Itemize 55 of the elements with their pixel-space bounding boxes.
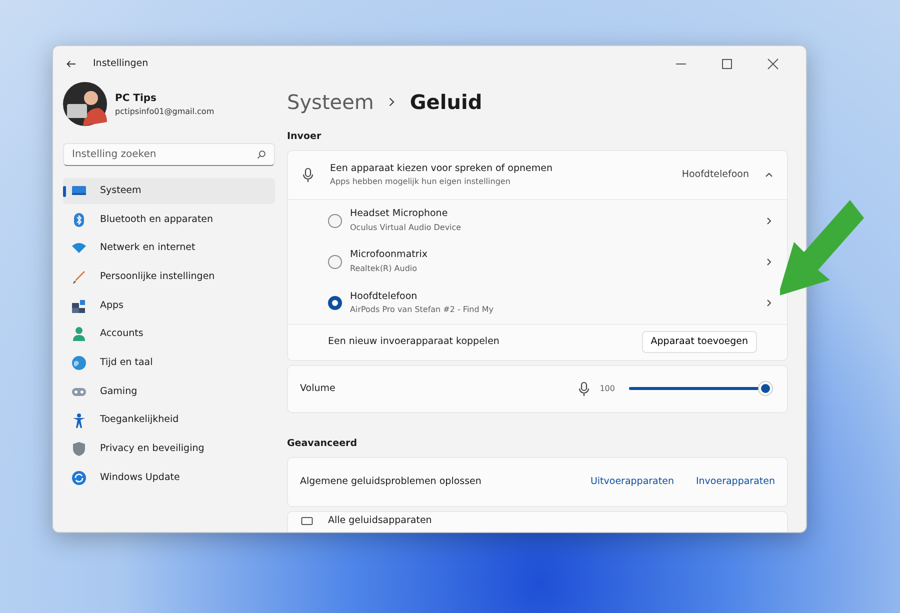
accessibility-icon — [71, 412, 87, 428]
slider-thumb[interactable] — [759, 382, 772, 396]
sidebar-item[interactable]: Windows Update — [63, 464, 275, 491]
device-chooser[interactable]: Een apparaat kiezen voor spreken of opnemen Apps hebben mogelijk hun eigen instellingen Hoofdtelefoon — [288, 151, 787, 200]
radio-button[interactable] — [328, 254, 342, 268]
add-device-button[interactable]: Apparaat toevoegen — [642, 331, 757, 354]
device-detail: Oculus Virtual Audio Device — [350, 222, 462, 234]
microphone-icon — [300, 167, 316, 184]
device-name: Hoofdtelefoon — [350, 290, 418, 304]
avatar-silhouette — [63, 82, 107, 126]
bluetooth-icon — [71, 212, 87, 228]
volume-reading: 100 — [600, 382, 615, 395]
radio-button[interactable] — [328, 296, 342, 310]
person-icon — [71, 326, 87, 342]
account-name: PC Tips — [115, 92, 158, 106]
apps-icon — [71, 298, 87, 314]
section-heading: Invoer — [287, 130, 322, 144]
pair-label: Een nieuw invoerapparaat koppelen — [328, 335, 500, 350]
brush-icon — [71, 269, 87, 286]
window-title: Instellingen — [93, 56, 148, 71]
search-field[interactable]: Instelling zoeken — [63, 143, 275, 166]
sidebar-item[interactable]: Toegankelijkheid — [63, 408, 275, 434]
sidebar-item[interactable]: Netwerk en internet — [63, 235, 275, 262]
sidebar-item[interactable]: Privacy en beveiliging — [63, 436, 275, 462]
sidebar-item[interactable]: Bluetooth en apparaten — [63, 206, 275, 233]
sidebar-item[interactable]: Tijd en taal — [63, 350, 275, 376]
device-detail: AirPods Pro van Stefan #2 - Find My — [350, 304, 494, 316]
section-heading: Geavanceerd — [287, 436, 358, 451]
chooser-value: Hoofdtelefoon — [682, 168, 749, 182]
sidebar-item[interactable]: Gaming — [63, 378, 275, 405]
device-name: Headset Microphone — [350, 207, 449, 222]
back-icon[interactable] — [65, 58, 77, 70]
globe-icon — [71, 355, 87, 372]
breadcrumb-link[interactable]: Systeem — [287, 87, 374, 117]
search-icon — [256, 149, 267, 160]
device-name: Microfoonmatrix — [350, 248, 429, 262]
all-devices-row[interactable]: Alle geluidsapparaten — [287, 511, 788, 532]
sidebar-item[interactable]: Apps — [63, 292, 275, 319]
troubleshoot-link[interactable]: Uitvoerapparaten — [590, 474, 674, 490]
troubleshoot-link[interactable]: Invoerapparaten — [696, 474, 775, 490]
shield-icon — [71, 441, 87, 458]
volume-label: Volume — [300, 382, 336, 396]
chooser-title: Een apparaat kiezen voor spreken of opnemen — [330, 162, 554, 176]
speaker-icon — [300, 514, 314, 528]
radio-button[interactable] — [328, 214, 342, 228]
sidebar-item[interactable]: Persoonlijke instellingen — [63, 264, 275, 290]
account-email: pctipsinfo01@gmail.com — [115, 106, 214, 118]
sidebar-item[interactable]: Accounts — [63, 321, 275, 348]
troubleshoot-label: Algemene geluidsproblemen oplossen — [300, 474, 482, 489]
all-devices-label: Alle geluidsapparaten — [328, 514, 432, 528]
page-title: Geluid — [410, 89, 482, 116]
device-detail: Realtek(R) Audio — [350, 262, 418, 275]
chooser-subtitle: Apps hebben mogelijk hun eigen instellingen — [330, 176, 512, 188]
sidebar-item[interactable]: Systeem — [63, 178, 275, 204]
update-icon — [71, 470, 87, 486]
